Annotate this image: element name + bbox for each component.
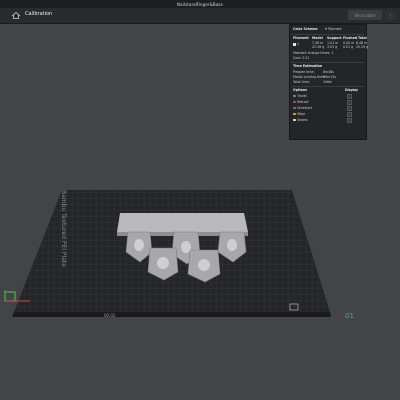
slice-info-panel: Color Scheme Filament Filament Model Sup… xyxy=(289,24,369,140)
model-printing-time-label: Model printing time: xyxy=(293,75,326,79)
divider xyxy=(291,34,364,35)
filament-color-swatch xyxy=(293,42,296,46)
wipe-display-checkbox[interactable] xyxy=(347,112,352,117)
model-printing-time-value: 59m13s xyxy=(323,75,336,79)
total-weight: 25.29 g xyxy=(356,45,369,49)
filament-index: 1 xyxy=(293,42,299,46)
total-time-label: Total time: xyxy=(293,80,310,84)
color-scheme-select[interactable]: Filament xyxy=(323,27,342,31)
cost: Cost: 0.51 xyxy=(293,56,310,60)
divider xyxy=(291,86,364,87)
option-retract: Retract xyxy=(293,100,309,104)
plate-type-label: Bambu Textured PEI Plate xyxy=(60,190,67,267)
model-weight: 22.26 g xyxy=(312,45,325,49)
unretract-display-checkbox[interactable] xyxy=(347,106,352,111)
header-filament: Filament xyxy=(293,36,309,40)
travel-color-dot xyxy=(293,94,296,98)
prepare-time-value: 6m48s xyxy=(323,70,334,74)
display-label: Display xyxy=(345,88,359,92)
flushed-weight: 0.01 g xyxy=(343,45,354,49)
origin-marker xyxy=(4,291,16,302)
travel-display-checkbox[interactable] xyxy=(347,94,352,99)
model-base-bar xyxy=(117,213,248,232)
option-wipe: Wipe xyxy=(293,112,305,116)
filament-change-times: Filament change times: 1 xyxy=(293,51,334,55)
plate-edge xyxy=(12,312,331,317)
seams-display-checkbox[interactable] xyxy=(347,118,352,123)
header-flushed: Flushed xyxy=(343,36,358,40)
wipe-color-dot xyxy=(293,112,296,116)
retract-color-dot xyxy=(293,100,296,104)
seams-color-dot xyxy=(293,118,296,122)
header-support: Support xyxy=(327,36,342,40)
color-scheme-label: Color Scheme xyxy=(293,27,318,31)
chevron-down-icon xyxy=(325,28,327,30)
divider xyxy=(291,62,364,63)
total-time-value: 1h6m xyxy=(323,80,333,84)
time-estimation-title: Time Estimation xyxy=(293,64,323,68)
plate-small-label: 00.02 xyxy=(104,313,116,318)
prepare-time-label: Prepare time: xyxy=(293,70,315,74)
option-seams: Seams xyxy=(293,118,308,122)
header-model: Model xyxy=(312,36,323,40)
option-unretract: Unretract xyxy=(293,106,312,110)
header-total: Total xyxy=(358,36,367,40)
option-travel: Travel xyxy=(293,94,307,98)
options-label: Options xyxy=(293,88,307,92)
plate-number-label: 01 xyxy=(345,312,354,320)
support-weight: 3.03 g xyxy=(327,45,338,49)
retract-display-checkbox[interactable] xyxy=(347,100,352,105)
unretract-color-dot xyxy=(293,106,296,110)
